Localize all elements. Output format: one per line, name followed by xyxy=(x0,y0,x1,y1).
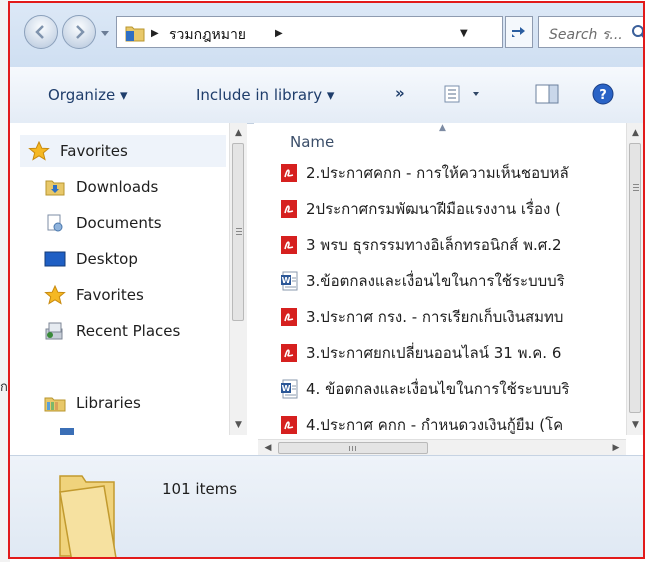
nav-recent-places-label: Recent Places xyxy=(76,322,181,340)
pdf-file-icon xyxy=(281,344,297,362)
breadcrumb-arrow-icon[interactable]: ▶ xyxy=(275,28,283,39)
back-arrow-icon xyxy=(35,25,44,39)
scroll-up-icon[interactable]: ▲ xyxy=(627,125,643,141)
address-dropdown-icon[interactable]: ▼ xyxy=(460,28,468,39)
explorer-window: ▶ รวมกฎหมาย ▶ ▼ Search ร... Organize ▾ I… xyxy=(8,1,645,559)
file-name: 4.ประกาศ คกก - กำหนดวงเงินกู้ยืม (โค xyxy=(306,416,564,434)
star-icon xyxy=(28,141,50,161)
folder-icon xyxy=(59,475,117,557)
address-bar[interactable]: ▶ รวมกฎหมาย ▶ ▼ xyxy=(116,16,503,48)
file-name: 2ประกาศกรมพัฒนาฝีมือแรงงาน เรื่อง ( xyxy=(306,200,561,218)
navigation-pane: Favorites Downloads Documents Desktop Fa… xyxy=(10,123,243,435)
scroll-left-icon[interactable]: ◀ xyxy=(260,440,276,456)
refresh-button[interactable] xyxy=(505,16,533,48)
file-list: ▲ Name 2.ประกาศคกก - การให้ความเห็นชอบหล… xyxy=(258,123,643,435)
file-name: 3.ข้อตกลงและเงื่อนไขในการใช้ระบบบริ xyxy=(306,272,565,290)
star-icon xyxy=(44,285,66,305)
horizontal-scrollbar[interactable]: ◀ ▶ xyxy=(258,439,626,456)
file-row[interactable]: W 3.ข้อตกลงและเงื่อนไขในการใช้ระบบบริ xyxy=(258,263,630,299)
search-icon[interactable] xyxy=(631,24,645,42)
horizontal-scroll-thumb[interactable] xyxy=(278,442,428,454)
nav-favorites-folder[interactable]: Favorites xyxy=(44,279,144,311)
file-row[interactable]: 2.ประกาศคกก - การให้ความเห็นชอบหลั xyxy=(258,155,630,191)
help-icon[interactable]: ? xyxy=(592,83,614,105)
nav-downloads[interactable]: Downloads xyxy=(44,171,158,203)
nav-favorites[interactable]: Favorites xyxy=(20,135,226,167)
file-name: 4. ข้อตกลงและเงื่อนไขในการใช้ระบบบริ xyxy=(306,380,570,398)
file-name: 3.ประกาศยกเปลี่ยนออนไลน์ 31 พ.ค. 6 xyxy=(306,344,562,362)
command-bar: Organize ▾ Include in library ▾ » ? xyxy=(10,67,643,124)
recent-pages-dropdown-icon[interactable] xyxy=(101,29,109,37)
pdf-file-icon xyxy=(281,236,297,254)
downloads-folder-icon xyxy=(45,180,65,196)
breadcrumb-folder[interactable]: รวมกฎหมาย xyxy=(169,24,246,46)
nav-documents[interactable]: Documents xyxy=(44,207,162,239)
breadcrumb-arrow-icon[interactable]: ▶ xyxy=(151,28,159,39)
desktop-icon xyxy=(44,251,66,267)
refresh-icon xyxy=(512,27,525,37)
nav-desktop[interactable]: Desktop xyxy=(44,243,138,275)
organize-button[interactable]: Organize ▾ xyxy=(48,86,128,104)
nav-libraries[interactable]: Libraries xyxy=(44,387,141,419)
file-row[interactable]: 3 พรบ ธุรกรรมทางอิเล็กทรอนิกส์ พ.ศ.2 xyxy=(258,227,630,263)
word-file-icon: W xyxy=(281,379,298,399)
scroll-down-icon[interactable]: ▼ xyxy=(627,417,643,433)
file-name: 3 พรบ ธุรกรรมทางอิเล็กทรอนิกส์ พ.ศ.2 xyxy=(306,236,562,254)
svg-text:W: W xyxy=(282,276,291,285)
background-partial-text: ก xyxy=(0,380,8,395)
file-name: 3.ประกาศ กรง. - การเรียกเก็บเงินสมทบ xyxy=(306,308,564,326)
nav-favorites-label: Favorites xyxy=(60,142,128,160)
sort-ascending-icon: ▲ xyxy=(439,123,446,133)
nav-scroll-thumb[interactable] xyxy=(232,143,244,321)
file-row[interactable]: 4.ประกาศ คกก - กำหนดวงเงินกู้ยืม (โค xyxy=(258,407,630,435)
recent-places-icon xyxy=(45,322,63,340)
file-scrollbar[interactable]: ▲ ▼ xyxy=(626,123,643,435)
item-count: 101 items xyxy=(162,480,238,498)
file-row[interactable]: 3.ประกาศ กรง. - การเรียกเก็บเงินสมทบ xyxy=(258,299,630,335)
word-file-icon: W xyxy=(281,271,298,291)
pdf-file-icon xyxy=(281,308,297,326)
file-name: 2.ประกาศคกก - การให้ความเห็นชอบหลั xyxy=(306,164,569,182)
svg-text:?: ? xyxy=(599,88,607,103)
details-pane: 101 items xyxy=(10,455,643,557)
pdf-file-icon xyxy=(281,416,297,434)
nav-scrollbar[interactable]: ▲ ▼ xyxy=(229,123,247,435)
pdf-file-icon xyxy=(281,164,297,182)
nav-documents-label: Documents xyxy=(76,214,162,232)
nav-partial-item-icon xyxy=(60,428,74,435)
nav-libraries-label: Libraries xyxy=(76,394,141,412)
more-commands-button[interactable]: » xyxy=(395,84,405,102)
address-row: ▶ รวมกฎหมาย ▶ ▼ Search ร... xyxy=(10,3,643,68)
change-view-icon[interactable] xyxy=(443,84,483,104)
file-scroll-thumb[interactable] xyxy=(629,143,641,413)
folder-icon xyxy=(125,26,145,42)
nav-favorites-folder-label: Favorites xyxy=(76,286,144,304)
nav-recent-places[interactable]: Recent Places xyxy=(44,315,180,347)
documents-icon xyxy=(47,214,63,232)
forward-arrow-icon xyxy=(76,25,85,39)
svg-text:W: W xyxy=(282,384,291,393)
pdf-file-icon xyxy=(281,200,297,218)
file-row[interactable]: 2ประกาศกรมพัฒนาฝีมือแรงงาน เรื่อง ( xyxy=(258,191,630,227)
scroll-up-icon[interactable]: ▲ xyxy=(230,125,247,141)
libraries-icon xyxy=(44,397,66,412)
nav-desktop-label: Desktop xyxy=(76,250,138,268)
search-placeholder: Search ร... xyxy=(549,27,623,43)
file-row[interactable]: 3.ประกาศยกเปลี่ยนออนไลน์ 31 พ.ค. 6 xyxy=(258,335,630,371)
forward-button[interactable] xyxy=(62,15,96,49)
back-button[interactable] xyxy=(24,15,58,49)
scroll-right-icon[interactable]: ▶ xyxy=(608,440,624,456)
scroll-down-icon[interactable]: ▼ xyxy=(230,417,247,433)
include-in-library-button[interactable]: Include in library ▾ xyxy=(196,86,334,104)
search-input[interactable]: Search ร... xyxy=(538,16,645,48)
column-header: ▲ Name xyxy=(258,123,643,155)
file-row[interactable]: W 4. ข้อตกลงและเงื่อนไขในการใช้ระบบบริ xyxy=(258,371,630,407)
nav-downloads-label: Downloads xyxy=(76,178,159,196)
preview-pane-icon[interactable] xyxy=(535,84,559,104)
column-name[interactable]: Name xyxy=(290,133,334,151)
